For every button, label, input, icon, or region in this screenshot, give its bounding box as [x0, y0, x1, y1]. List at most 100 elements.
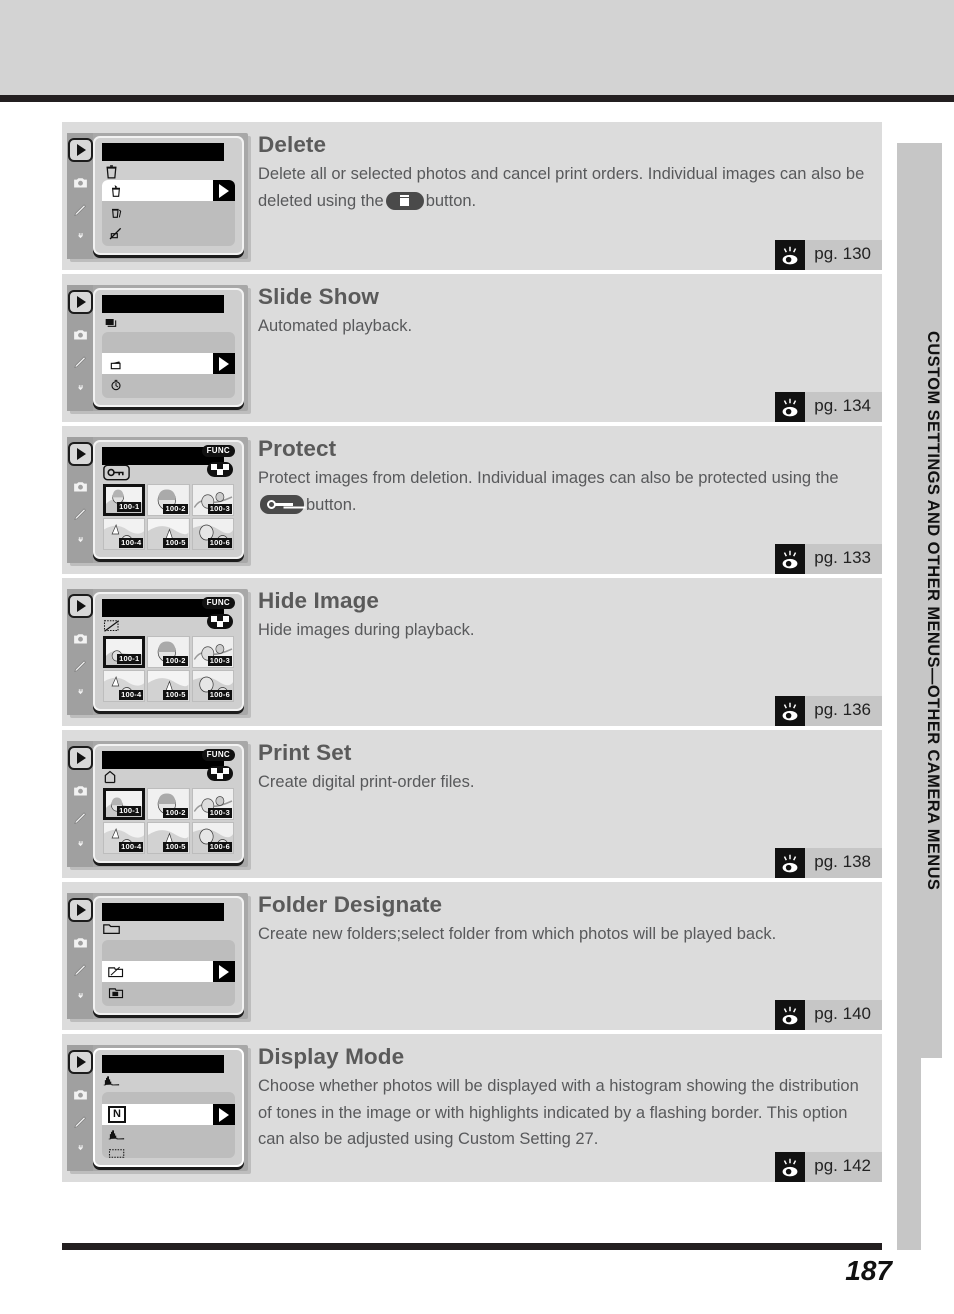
- page-reference-label: pg. 138: [805, 848, 882, 878]
- thumbnail[interactable]: 100-3: [191, 636, 234, 668]
- lcd-illustration-hide-image: FUNC 100-1 100-2 100-3 100-4 100-5 100-6: [62, 578, 248, 726]
- page-reference[interactable]: pg. 134: [775, 392, 882, 422]
- printer-icon: [103, 770, 117, 788]
- thumbnail[interactable]: 100-5: [147, 518, 190, 550]
- thumbnail[interactable]: 100-2: [147, 484, 190, 516]
- thumbnail[interactable]: 100-4: [103, 822, 146, 854]
- page-reference[interactable]: pg. 140: [775, 1000, 882, 1030]
- wrench-icon: [69, 1140, 91, 1162]
- thumbnail-number: 100-4: [119, 538, 144, 548]
- page-reference[interactable]: pg. 133: [775, 544, 882, 574]
- lcd-option-start-slideshow[interactable]: [102, 353, 235, 374]
- lcd-option-new-folder[interactable]: [102, 961, 235, 982]
- menu-item-folder-designate[interactable]: Folder Designate Create new folders;sele…: [62, 882, 882, 1030]
- thumbnail-number: 100-5: [163, 690, 188, 700]
- camera-icon: [69, 627, 91, 649]
- menu-item-display-mode[interactable]: N Display Mode Choose whether photos wil…: [62, 1034, 882, 1182]
- thumbnail[interactable]: 100-1: [103, 636, 146, 668]
- thumbnail-number: 100-6: [207, 842, 232, 852]
- thumbnail[interactable]: 100-2: [147, 636, 190, 668]
- lcd-illustration-print-set: FUNC 100-1 100-2 100-3 100-4 100-5 100-6: [62, 730, 248, 878]
- menu-item-print-set[interactable]: FUNC 100-1 100-2 100-3 100-4 100-5 100-6…: [62, 730, 882, 878]
- page-reference[interactable]: pg. 138: [775, 848, 882, 878]
- page-reference-label: pg. 136: [805, 696, 882, 726]
- lcd-submenu-arrow: [213, 1104, 235, 1125]
- item-title: Hide Image: [258, 588, 380, 613]
- hide-icon: [103, 619, 121, 637]
- lcd-screen: N: [93, 1048, 244, 1167]
- thumbnail-grid: 100-1 100-2 100-3 100-4 100-5 100-6: [103, 788, 234, 854]
- thumbnail[interactable]: 100-6: [191, 822, 234, 854]
- thumbnail[interactable]: 100-1: [103, 484, 146, 516]
- trash-button-glyph: [385, 191, 424, 210]
- thumbnail[interactable]: 100-3: [191, 484, 234, 516]
- pencil-icon: [69, 351, 91, 373]
- thumbnail[interactable]: 100-3: [191, 788, 234, 820]
- pg-value: 134: [842, 396, 871, 415]
- item-text-folder-designate: Folder Designate Create new folders;sele…: [248, 882, 882, 1030]
- lcd-option-delete-print-set[interactable]: [102, 222, 235, 243]
- lcd-option-n[interactable]: N: [102, 1104, 235, 1125]
- thumbnail-number: 100-6: [207, 690, 232, 700]
- desc-part-2: button.: [425, 191, 477, 210]
- lcd-title-bar: [102, 295, 224, 313]
- func-badge: FUNC: [201, 445, 235, 457]
- pencil-icon: [69, 655, 91, 677]
- item-title: Protect: [258, 436, 337, 461]
- lcd-option-select-folder[interactable]: [102, 982, 235, 1003]
- camera-menu-tabs: [67, 437, 93, 563]
- lcd-illustration-slide-show: [62, 274, 248, 422]
- lcd-title-bar: [102, 903, 224, 921]
- lcd-option-delete-selected[interactable]: [102, 180, 235, 201]
- thumbnail[interactable]: 100-4: [103, 670, 146, 702]
- page-reference[interactable]: pg. 136: [775, 696, 882, 726]
- item-description: Delete all or selected photos and cancel…: [258, 161, 866, 214]
- lcd-illustration-delete: [62, 122, 248, 270]
- menu-item-protect[interactable]: FUNC 100-1 100-2 100-3 100-4 100-5 100-6…: [62, 426, 882, 574]
- lcd-submenu-arrow: [213, 353, 235, 374]
- lcd-option-highlights[interactable]: [102, 1144, 235, 1158]
- pencil-icon: [69, 503, 91, 525]
- eye-icon: [775, 1000, 806, 1030]
- play-icon: [68, 138, 93, 162]
- page-reference-label: pg. 134: [805, 392, 882, 422]
- lcd-option-histogram[interactable]: [102, 1125, 235, 1144]
- menu-item-delete[interactable]: Delete Delete all or selected photos and…: [62, 122, 882, 270]
- pg-value: 142: [842, 1156, 871, 1175]
- footer-rule: [62, 1243, 882, 1250]
- camera-menu-tabs: [67, 589, 93, 715]
- page-reference[interactable]: pg. 130: [775, 240, 882, 270]
- thumbnail[interactable]: 100-2: [147, 788, 190, 820]
- page-header-band: [0, 0, 954, 95]
- desc-part-2: button.: [306, 495, 357, 514]
- pg-prefix: pg.: [814, 1156, 838, 1175]
- menu-item-slide-show[interactable]: Slide Show Automated playback. pg. 134: [62, 274, 882, 422]
- eye-icon: [775, 848, 806, 878]
- thumbnail[interactable]: 100-6: [191, 670, 234, 702]
- lcd-option-spacer: [102, 1092, 235, 1104]
- play-icon: [68, 442, 93, 466]
- lcd-screen: [93, 136, 244, 255]
- item-title: Slide Show: [258, 284, 380, 309]
- play-icon: [68, 1050, 93, 1074]
- thumbnail-number: 100-2: [163, 808, 188, 818]
- running-head-text: CUSTOM SETTINGS AND OTHER MENUS—OTHER CA…: [924, 330, 942, 891]
- lcd-screen: [93, 288, 244, 407]
- camera-icon: [69, 779, 91, 801]
- item-description: Hide images during playback.: [258, 621, 475, 640]
- lcd-option-delete-all[interactable]: [102, 201, 235, 222]
- histogram-icon: [103, 1074, 121, 1090]
- eye-icon: [775, 544, 806, 574]
- thumbnail[interactable]: 100-1: [103, 788, 146, 820]
- thumbnail[interactable]: 100-4: [103, 518, 146, 550]
- camera-menu-tabs: [67, 133, 93, 259]
- thumbnail[interactable]: 100-5: [147, 822, 190, 854]
- lcd-screen: FUNC 100-1 100-2 100-3 100-4 100-5 100-6: [93, 592, 244, 711]
- page-reference[interactable]: pg. 142: [775, 1152, 882, 1182]
- lcd-illustration-folder-designate: [62, 882, 248, 1030]
- menu-item-hide-image[interactable]: FUNC 100-1 100-2 100-3 100-4 100-5 100-6…: [62, 578, 882, 726]
- thumbnail[interactable]: 100-5: [147, 670, 190, 702]
- lcd-option-frame-interval[interactable]: [102, 374, 235, 395]
- pg-prefix: pg.: [814, 852, 838, 871]
- thumbnail[interactable]: 100-6: [191, 518, 234, 550]
